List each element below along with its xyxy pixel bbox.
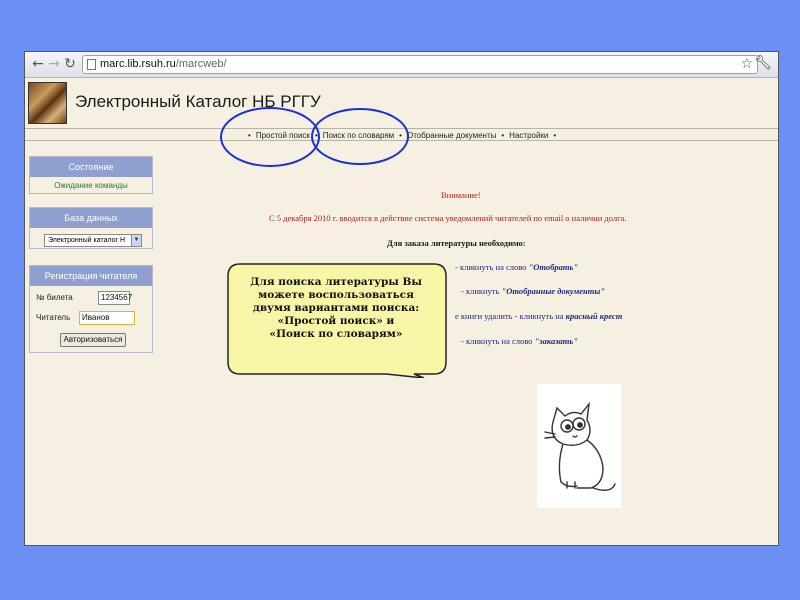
state-value: Ожидание команды [54,181,128,190]
state-panel: Состояние Ожидание команды [29,156,153,194]
callout-text: Для поиска литературы Вы можете воспольз… [234,276,438,341]
ticket-field[interactable]: 1234567 [98,291,132,305]
wrench-icon[interactable]: 🔧︎ [754,55,772,71]
instruction-step: - кликнуть "Отобранные документы" [461,286,605,296]
database-panel-title: База данных [30,208,152,228]
ticket-label: № билета [36,293,73,302]
reload-icon[interactable]: ↻ [61,55,79,73]
cat-illustration [537,384,621,508]
annotation-circle-dictionary-search [311,108,409,165]
login-button[interactable]: Авторизоваться [60,333,126,347]
instruction-step: - кликнуть на слово "Отобрать" [455,262,579,272]
url-text: marc.lib.rsuh.ru/marcweb/ [100,58,227,70]
callout-line: Для поиска литературы Вы [250,276,422,288]
database-panel: База данных Электронный каталог Н ▼ [29,207,153,249]
callout-line: двумя вариантами поиска: [252,302,420,314]
database-select[interactable]: Электронный каталог Н ▼ [44,234,142,247]
chevron-down-icon[interactable]: ▼ [131,235,141,246]
callout-bubble: Для поиска литературы Вы можете воспольз… [226,262,448,378]
registration-panel-title: Регистрация читателя [30,266,152,286]
instruction-step: е книги удалить - кликнуть на красный кр… [455,311,623,321]
reader-label: Читатель [36,313,71,322]
registration-panel: Регистрация читателя № билета 1234567 Чи… [29,265,153,353]
site-logo [28,82,67,124]
callout-line: «Поиск по словарям» [269,328,403,340]
database-select-value: Электронный каталог Н [48,237,126,244]
email-notice: С 5 декабря 2010 г. вводится в действие … [269,213,627,223]
instruction-step: - кликнуть на слово "заказать" [461,336,578,346]
bookmark-star-icon[interactable]: ☆ [740,56,753,72]
address-bar[interactable]: marc.lib.rsuh.ru/marcweb/ ☆ [82,55,758,74]
attention-heading: Внимание! [441,190,481,200]
order-instructions-heading: Для заказа литературы необходимо: [387,238,526,248]
callout-line: «Простой поиск» и [277,315,395,327]
callout-line: можете воспользоваться [258,289,414,301]
state-panel-title: Состояние [30,157,152,177]
annotation-circle-simple-search [220,107,320,167]
browser-toolbar: ← → ↻ marc.lib.rsuh.ru/marcweb/ ☆ 🔧︎ [25,52,778,78]
page-icon [87,59,96,70]
reader-field[interactable]: Иванов [79,311,135,325]
